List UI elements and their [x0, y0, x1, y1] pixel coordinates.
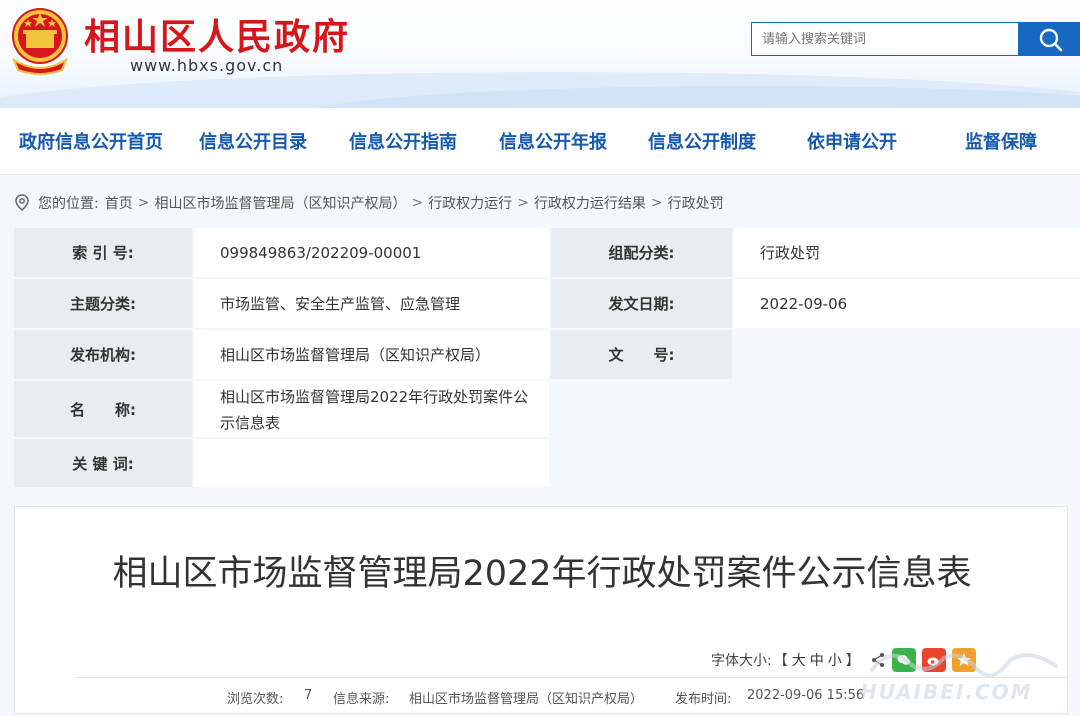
nav-item-system[interactable]: 信息公开制度: [648, 128, 756, 154]
main-nav: 政府信息公开首页 信息公开目录 信息公开指南 信息公开年报 信息公开制度 依申请…: [0, 108, 1080, 175]
title-value-line-2: 示信息表: [220, 414, 281, 432]
font-size-bracket-close: 】: [845, 653, 860, 669]
nav-item-application[interactable]: 依申请公开: [807, 128, 897, 154]
index-number-label: 索 引 号:: [14, 228, 192, 277]
nav-item-supervision[interactable]: 监督保障: [965, 128, 1037, 154]
source-label: 信息来源:: [333, 692, 390, 707]
font-size-large[interactable]: 大: [792, 650, 806, 670]
nav-item-home[interactable]: 政府信息公开首页: [19, 128, 163, 154]
search-icon: [1039, 28, 1062, 52]
title-value: 相山区市场监督管理局2022年行政处罚案件公 示信息表: [194, 381, 549, 437]
watermark-calligraphy-icon: [870, 653, 1058, 678]
index-number-value: 099849863/202209-00001: [194, 228, 549, 277]
org-value: 相山区市场监督管理局（区知识产权局）: [194, 330, 549, 379]
font-size-bracket-open: 【: [773, 653, 788, 669]
national-emblem-icon: [11, 8, 69, 75]
breadcrumb-separator: >: [137, 195, 150, 211]
breadcrumb: 您的位置: 首页 > 相山区市场监督管理局（区知识产权局） > 行政权力运行 >…: [14, 193, 724, 213]
nav-item-guide[interactable]: 信息公开指南: [349, 128, 457, 154]
location-pin-icon: [15, 194, 29, 211]
topic-label: 主题分类:: [14, 279, 192, 328]
breadcrumb-item-home[interactable]: 首页: [105, 193, 133, 213]
breadcrumb-item-penalty[interactable]: 行政处罚: [668, 193, 724, 213]
views-label: 浏览次数:: [227, 692, 284, 707]
search-input[interactable]: [752, 23, 1012, 55]
font-size-small[interactable]: 小: [828, 650, 842, 670]
topic-value: 市场监管、安全生产监管、应急管理: [194, 279, 549, 328]
watermark-text: HUAIBEI.COM: [860, 680, 1033, 704]
category-label: 组配分类:: [551, 228, 732, 277]
publish-time-value: 2022-09-06 15:56: [747, 688, 865, 703]
font-size-label: 字体大小:: [711, 653, 772, 669]
breadcrumb-separator: >: [411, 195, 424, 211]
views-value: 7: [304, 688, 313, 703]
search-box: [751, 22, 1019, 56]
keywords-value: [194, 439, 549, 487]
org-label: 发布机构:: [14, 330, 192, 379]
title-value-line-1: 相山区市场监督管理局2022年行政处罚案件公: [220, 388, 529, 406]
font-size-medium[interactable]: 中: [810, 650, 824, 670]
title-label: 名 称:: [14, 381, 192, 437]
breadcrumb-separator: >: [650, 195, 663, 211]
search-button[interactable]: [1019, 22, 1080, 56]
breadcrumb-separator: >: [517, 195, 529, 211]
source-value: 相山区市场监督管理局（区知识产权局）: [409, 692, 644, 707]
nav-item-annual-report[interactable]: 信息公开年报: [499, 128, 607, 154]
site-url: www.hbxs.gov.cn: [130, 56, 284, 75]
breadcrumb-item-result[interactable]: 行政权力运行结果: [534, 193, 646, 213]
breadcrumb-item-power[interactable]: 行政权力运行: [428, 193, 512, 213]
doc-number-label: 文 号:: [551, 330, 732, 379]
site-watermark: HUAIBEI.COM: [860, 640, 1070, 710]
publish-date-label: 发文日期:: [551, 279, 732, 328]
article-title: 相山区市场监督管理局2022年行政处罚案件公示信息表: [112, 554, 972, 594]
publish-date-value: 2022-09-06: [734, 279, 1080, 328]
breadcrumb-item-bureau[interactable]: 相山区市场监督管理局（区知识产权局）: [154, 193, 406, 213]
publish-time-label: 发布时间:: [675, 692, 732, 707]
nav-item-catalog[interactable]: 信息公开目录: [199, 128, 307, 154]
breadcrumb-prefix: 您的位置:: [38, 196, 99, 212]
doc-number-value: [734, 330, 1080, 379]
keywords-label: 关 键 词:: [14, 439, 192, 487]
site-header: 相山区人民政府 www.hbxs.gov.cn: [0, 0, 1080, 108]
category-value: 行政处罚: [734, 228, 1080, 277]
site-title[interactable]: 相山区人民政府: [84, 8, 350, 60]
